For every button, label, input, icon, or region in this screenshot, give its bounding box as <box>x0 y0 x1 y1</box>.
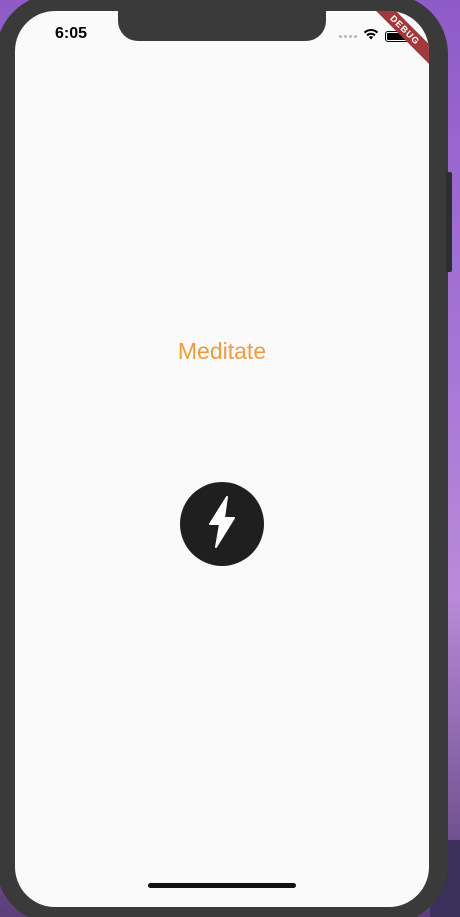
lightning-bolt-icon <box>205 495 239 554</box>
lightning-button[interactable] <box>180 482 264 566</box>
wifi-icon <box>363 27 379 45</box>
side-button <box>446 172 452 272</box>
signal-icon <box>339 34 357 38</box>
status-time: 6:05 <box>55 25 88 42</box>
notch <box>118 11 326 41</box>
app-screen: 6:05 DEBUG Meditate <box>15 11 429 907</box>
home-indicator[interactable] <box>148 883 296 888</box>
page-title: Meditate <box>177 338 267 364</box>
